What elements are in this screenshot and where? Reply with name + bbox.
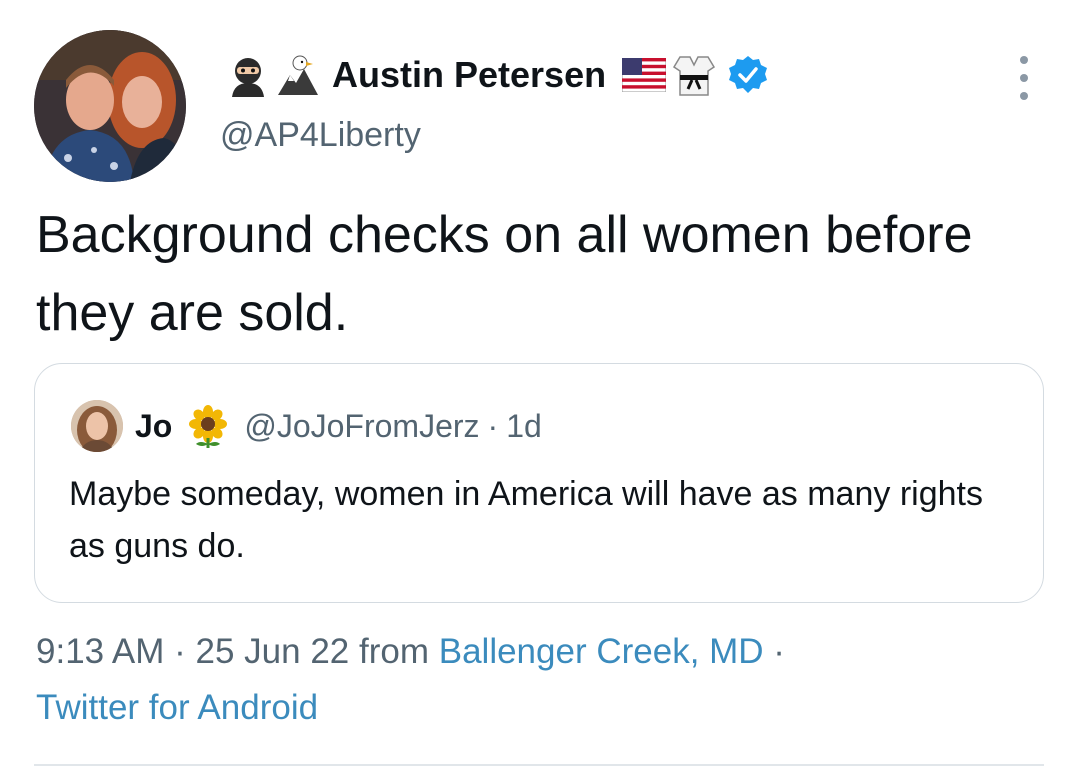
us-flag-icon: [621, 53, 667, 97]
author-display-name[interactable]: Austin Petersen: [332, 54, 606, 96]
author-avatar[interactable]: [34, 30, 186, 182]
quoted-author-name[interactable]: Jo: [135, 408, 172, 445]
ninja-icon: [226, 53, 270, 97]
karate-gi-icon: [672, 53, 716, 97]
quoted-author-handle[interactable]: @JoJoFromJerz: [244, 408, 479, 445]
tweet-text: Background checks on all women before th…: [36, 206, 973, 342]
tweet-date[interactable]: 25 Jun 22: [196, 632, 350, 671]
from-label: from: [349, 632, 439, 671]
dot-separator: ·: [487, 407, 499, 444]
author-name-row[interactable]: Austin Petersen: [226, 52, 772, 98]
quoted-author-avatar[interactable]: [71, 400, 123, 452]
author-handle[interactable]: @AP4Liberty: [220, 116, 421, 155]
more-options-button[interactable]: [1010, 56, 1038, 100]
source-link[interactable]: Twitter for Android: [36, 688, 318, 727]
quoted-tweet-age: 1d: [506, 407, 542, 444]
avatar-photo: [34, 30, 186, 182]
more-dot-icon: [1020, 56, 1028, 64]
more-dot-icon: [1020, 74, 1028, 82]
quoted-tweet-text: Maybe someday, women in America will hav…: [69, 475, 983, 565]
quoted-tweet-card[interactable]: Jo @JoJoFromJerz · 1d Maybe someday, wom…: [34, 363, 1044, 603]
location-link[interactable]: Ballenger Creek, MD: [439, 632, 764, 671]
eagle-icon: [276, 53, 320, 97]
tweet-time[interactable]: 9:13 AM: [36, 632, 164, 671]
tweet-container: Austin Petersen @AP4Liberty Background c…: [0, 0, 1080, 780]
sunflower-icon: [186, 404, 230, 448]
dot-separator: ·: [164, 632, 196, 671]
more-dot-icon: [1020, 92, 1028, 100]
quoted-tweet-header: Jo @JoJoFromJerz · 1d: [71, 400, 542, 452]
tweet-meta: 9:13 AM · 25 Jun 22 from Ballenger Creek…: [36, 624, 1046, 736]
dot-separator: ·: [763, 632, 785, 671]
divider: [34, 764, 1044, 766]
verified-badge-icon: [728, 53, 772, 97]
